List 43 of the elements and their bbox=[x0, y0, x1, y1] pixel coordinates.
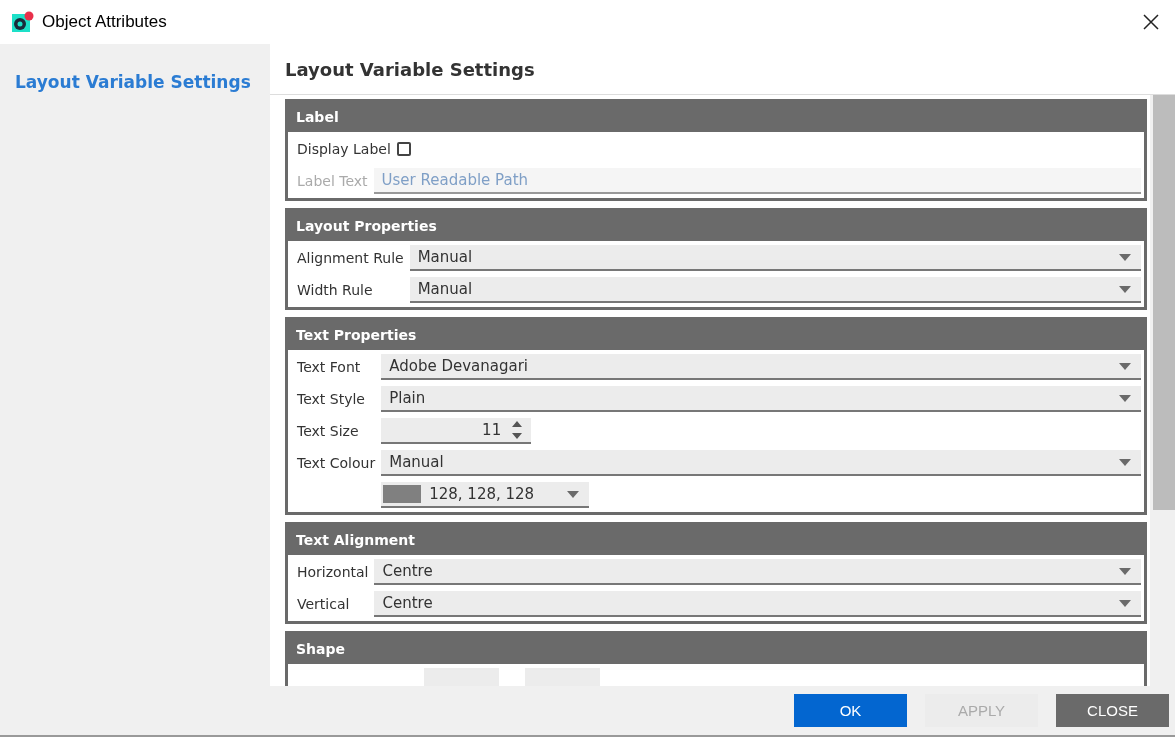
sidebar-item[interactable]: Layout Variable Settings bbox=[0, 72, 266, 92]
field-label: Text Colour bbox=[297, 455, 376, 471]
caret-icon bbox=[1119, 285, 1131, 293]
window-title: Object Attributes bbox=[42, 12, 167, 32]
caret-icon bbox=[1119, 567, 1131, 575]
caret-icon bbox=[1119, 362, 1131, 370]
caret-icon bbox=[1119, 394, 1131, 402]
dropdown[interactable]: Plain bbox=[381, 386, 1141, 412]
number-spinner[interactable]: 11 bbox=[381, 418, 532, 444]
app-icon bbox=[12, 11, 34, 33]
section-header: Text Properties bbox=[288, 320, 1144, 350]
scrollbar[interactable] bbox=[1150, 95, 1175, 686]
dropdown[interactable]: Manual bbox=[381, 450, 1141, 476]
color-dropdown[interactable]: 128, 128, 128 bbox=[381, 482, 590, 508]
close-icon[interactable] bbox=[1143, 14, 1159, 30]
caret-icon bbox=[1119, 458, 1131, 466]
section-header: Shape bbox=[288, 634, 1144, 664]
dropdown[interactable]: Centre bbox=[374, 559, 1141, 585]
field-label: Text Font bbox=[297, 359, 362, 375]
panel-title: Layout Variable Settings bbox=[270, 44, 1175, 95]
dialog-button[interactable]: CLOSE bbox=[1056, 694, 1169, 727]
dropdown[interactable]: Adobe Devanagari bbox=[381, 354, 1141, 380]
field-label: Horizontal bbox=[297, 564, 369, 580]
dropdown[interactable]: Centre bbox=[374, 591, 1141, 617]
checkbox[interactable] bbox=[396, 142, 411, 156]
spinner-arrows-icon bbox=[511, 420, 524, 440]
field-label: Label Text bbox=[297, 173, 368, 189]
dropdown[interactable]: Manual bbox=[409, 277, 1141, 303]
field-label: Text Style bbox=[297, 391, 366, 407]
caret-icon bbox=[1119, 599, 1131, 607]
dropdown[interactable]: Manual bbox=[409, 245, 1141, 271]
field-label: Text Size bbox=[297, 423, 360, 439]
dialog-button[interactable]: OK bbox=[794, 694, 907, 727]
field-label: Width Rule bbox=[297, 282, 374, 298]
section-header: Label bbox=[288, 102, 1144, 132]
section-header: Text Alignment bbox=[288, 525, 1144, 555]
field-label: Display Label bbox=[297, 141, 391, 157]
field-label: Alignment Rule bbox=[297, 250, 404, 266]
field-label: Vertical bbox=[297, 596, 351, 612]
caret-icon bbox=[1119, 253, 1131, 261]
scrollbar-thumb[interactable] bbox=[1153, 95, 1175, 510]
caret-icon bbox=[567, 490, 580, 498]
section-header: Layout Properties bbox=[288, 211, 1144, 241]
